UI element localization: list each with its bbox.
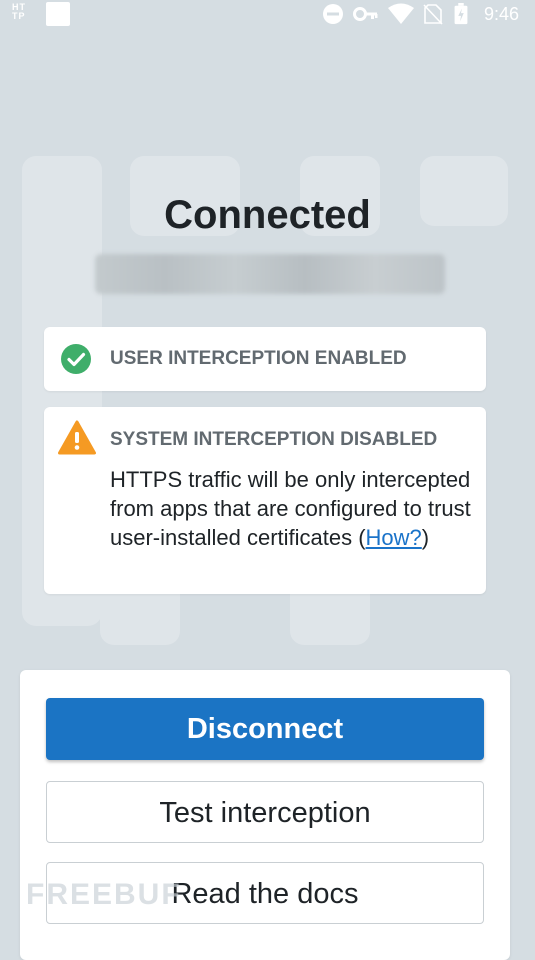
system-interception-description: HTTPS traffic will be only intercepted f… — [110, 465, 474, 552]
httptoolkit-notification-icon: HT TP — [12, 3, 34, 25]
user-interception-card: USER INTERCEPTION ENABLED — [44, 327, 486, 391]
status-bar: HT TP 9:46 — [0, 0, 535, 28]
disconnect-button[interactable]: Disconnect — [46, 698, 484, 760]
wifi-icon — [388, 3, 414, 24]
watermark-text: FREEBUF — [26, 878, 182, 911]
battery-charging-icon — [454, 3, 468, 25]
user-interception-heading: USER INTERCEPTION ENABLED — [110, 348, 407, 369]
warning-icon — [58, 420, 96, 455]
status-time: 9:46 — [483, 4, 519, 24]
system-interception-card: SYSTEM INTERCEPTION DISABLED HTTPS traff… — [44, 407, 486, 594]
app-logo-text: HT TP — [12, 2, 26, 21]
system-interception-heading: SYSTEM INTERCEPTION DISABLED — [110, 429, 438, 450]
notification-square-icon — [46, 2, 70, 26]
no-sim-icon — [423, 4, 443, 25]
connection-status-title: Connected — [164, 193, 371, 237]
vpn-key-icon — [353, 7, 378, 21]
do-not-disturb-icon — [323, 4, 343, 24]
redacted-connection-detail — [95, 254, 445, 294]
test-interception-button[interactable]: Test interception — [46, 781, 484, 843]
how-link[interactable]: How? — [366, 525, 422, 550]
description-suffix: ) — [421, 525, 430, 550]
actions-panel: Disconnect Test interception Read the do… — [20, 670, 510, 960]
check-circle-icon — [61, 344, 91, 374]
